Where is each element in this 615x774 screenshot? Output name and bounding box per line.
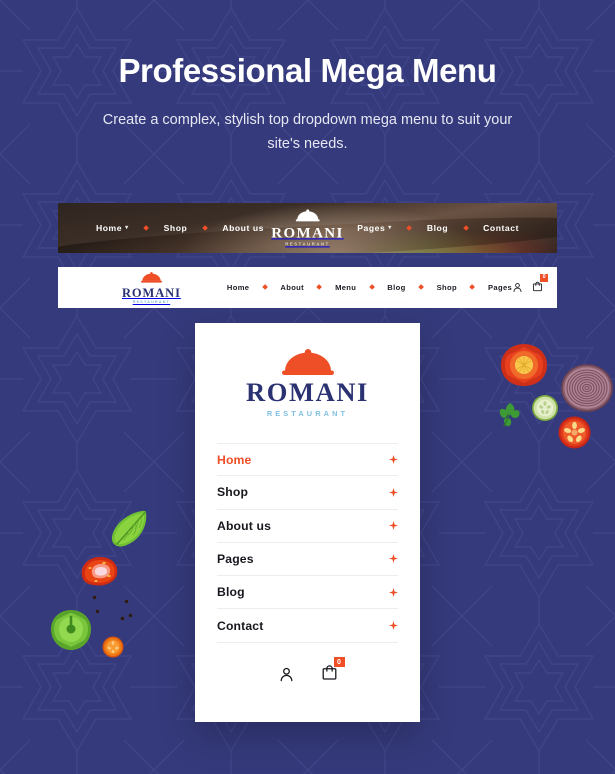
separator-diamond-icon bbox=[200, 224, 209, 233]
cloche-icon bbox=[271, 209, 344, 225]
separator-diamond-icon bbox=[315, 283, 324, 292]
nav-light-item-blog[interactable]: Blog bbox=[387, 283, 405, 292]
navbar-light-logo[interactable]: ROMANI RESTAURANT bbox=[122, 271, 181, 305]
four-point-star-icon bbox=[389, 554, 398, 564]
menu-item-contact-label: Contact bbox=[217, 618, 264, 633]
navbar-light-logo-word: ROMANI bbox=[122, 285, 181, 300]
peppercorn bbox=[125, 600, 129, 604]
nav-light-item-menu[interactable]: Menu bbox=[335, 283, 356, 292]
dropdown-menu-list: Home Shop About us Pages Blog Contact bbox=[195, 442, 420, 643]
menu-item-about-us-label: About us bbox=[217, 518, 272, 533]
four-point-star-icon bbox=[389, 455, 398, 465]
cart-count-badge: 0 bbox=[333, 656, 345, 668]
four-point-star-icon bbox=[389, 587, 398, 597]
hero-section: Professional Mega Menu Create a complex,… bbox=[0, 0, 615, 157]
navbar-light: ROMANI RESTAURANT Home About Menu Blog S… bbox=[58, 267, 557, 308]
navbar-dark-right-links: Pages ▾ Blog Contact bbox=[357, 223, 519, 233]
separator-diamond-icon bbox=[405, 224, 414, 233]
nav-dark-item-shop[interactable]: Shop bbox=[164, 223, 188, 233]
nav-light-item-about[interactable]: About bbox=[280, 283, 304, 292]
menu-item-shop[interactable]: Shop bbox=[217, 476, 398, 510]
four-point-star-icon bbox=[389, 487, 398, 497]
peppercorn bbox=[93, 596, 97, 600]
panel-logo[interactable]: ROMANI RESTAURANT bbox=[195, 349, 420, 417]
user-icon[interactable] bbox=[512, 282, 523, 293]
cart-count-badge: 0 bbox=[540, 273, 549, 282]
carrot-slice bbox=[102, 636, 124, 658]
peppercorn bbox=[129, 614, 133, 618]
panel-action-icons: 0 bbox=[195, 656, 420, 686]
shopping-bag-icon[interactable]: 0 bbox=[321, 656, 345, 686]
navbar-dark: Home ▾ Shop About us Pages ▾ Blog Contac… bbox=[58, 203, 557, 253]
panel-logo-subtitle: RESTAURANT bbox=[266, 408, 349, 418]
separator-diamond-icon bbox=[468, 283, 477, 292]
peppercorn bbox=[96, 610, 100, 614]
nav-dark-item-blog[interactable]: Blog bbox=[427, 223, 448, 233]
user-icon[interactable] bbox=[278, 666, 295, 683]
nav-light-item-pages[interactable]: Pages bbox=[488, 283, 512, 292]
nav-dark-item-contact[interactable]: Contact bbox=[483, 223, 519, 233]
navbar-light-logo-subtitle: RESTAURANT bbox=[132, 299, 171, 304]
separator-diamond-icon bbox=[142, 224, 151, 233]
tomato-slice bbox=[558, 416, 591, 449]
page-title: Professional Mega Menu bbox=[118, 52, 497, 89]
nav-dark-item-contact-label: Contact bbox=[483, 223, 519, 233]
peppercorn bbox=[121, 617, 125, 621]
panel-logo-word: ROMANI bbox=[246, 377, 369, 407]
four-point-star-icon bbox=[389, 521, 398, 531]
green-bell-pepper bbox=[51, 610, 91, 650]
nav-dark-item-blog-label: Blog bbox=[426, 223, 449, 233]
basil-leaf bbox=[111, 510, 147, 547]
red-bell-pepper bbox=[501, 344, 547, 386]
navbar-dark-logo[interactable]: ROMANI RESTAURANT bbox=[271, 209, 344, 246]
four-point-star-icon bbox=[389, 621, 398, 631]
menu-item-pages[interactable]: Pages bbox=[217, 543, 398, 577]
menu-item-blog[interactable]: Blog bbox=[217, 576, 398, 610]
nav-dark-item-home-label: Home bbox=[96, 223, 123, 233]
mega-dropdown-panel: ROMANI RESTAURANT Home Shop About us Pag… bbox=[195, 323, 420, 722]
nav-light-item-home[interactable]: Home bbox=[227, 283, 250, 292]
nav-dark-item-about-us[interactable]: About us bbox=[222, 223, 264, 233]
page-root: Professional Mega Menu Create a complex,… bbox=[0, 0, 615, 774]
menu-item-home-label: Home bbox=[217, 452, 252, 467]
cucumber-slice bbox=[532, 395, 558, 421]
menu-item-about-us[interactable]: About us bbox=[217, 510, 398, 543]
navbar-dark-logo-subtitle: RESTAURANT bbox=[285, 241, 330, 247]
nav-dark-item-pages-label: Pages bbox=[357, 223, 386, 233]
nav-dark-item-about-us-label: About us bbox=[222, 223, 264, 233]
nav-dark-item-pages[interactable]: Pages ▾ bbox=[357, 223, 392, 233]
chevron-down-icon: ▾ bbox=[388, 225, 392, 231]
menu-item-pages-label: Pages bbox=[217, 551, 254, 566]
navbar-light-links: Home About Menu Blog Shop Pages bbox=[227, 283, 512, 292]
menu-item-shop-label: Shop bbox=[217, 485, 249, 500]
shopping-bag-icon[interactable]: 0 bbox=[532, 273, 549, 297]
red-onion-slice bbox=[561, 364, 613, 412]
tomato-wedge bbox=[81, 557, 118, 586]
parsley-leaf bbox=[499, 403, 520, 427]
navbar-light-icons: 0 bbox=[512, 273, 549, 297]
menu-item-contact[interactable]: Contact bbox=[217, 609, 398, 643]
navbar-dark-logo-word: ROMANI bbox=[271, 225, 344, 242]
separator-diamond-icon bbox=[417, 283, 426, 292]
page-subtitle: Create a complex, stylish top dropdown m… bbox=[102, 111, 513, 152]
separator-diamond-icon bbox=[461, 224, 470, 233]
menu-item-home[interactable]: Home bbox=[217, 442, 398, 477]
navbar-dark-left-links: Home ▾ Shop About us bbox=[96, 223, 264, 233]
separator-diamond-icon bbox=[367, 283, 376, 292]
menu-item-blog-label: Blog bbox=[217, 585, 245, 600]
cloche-icon bbox=[195, 349, 420, 379]
chevron-down-icon: ▾ bbox=[125, 225, 129, 231]
separator-diamond-icon bbox=[260, 283, 269, 292]
nav-dark-item-home[interactable]: Home ▾ bbox=[96, 223, 129, 233]
cloche-icon bbox=[122, 271, 181, 287]
nav-light-item-shop[interactable]: Shop bbox=[437, 283, 457, 292]
nav-dark-item-shop-label: Shop bbox=[163, 223, 188, 233]
